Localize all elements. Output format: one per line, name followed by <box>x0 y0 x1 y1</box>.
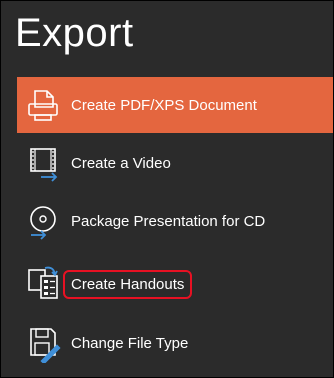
create-pdf-xps-button[interactable]: Create PDF/XPS Document <box>17 77 333 133</box>
create-video-button[interactable]: Create a Video <box>17 135 333 191</box>
change-file-type-button[interactable]: Change File Type <box>17 315 333 371</box>
export-panel: Export Create PDF/XPS Document Create a … <box>0 0 334 378</box>
handouts-icon <box>28 266 58 299</box>
create-video-label: Create a Video <box>71 154 171 172</box>
create-handouts-label: Create Handouts <box>63 269 193 299</box>
video-icon <box>30 148 58 182</box>
package-for-cd-button[interactable]: Package Presentation for CD <box>17 193 333 249</box>
create-pdf-xps-label: Create PDF/XPS Document <box>71 96 257 114</box>
change-file-type-icon <box>30 328 61 363</box>
create-handouts-button[interactable]: Create Handouts <box>17 256 333 312</box>
page-title: Export <box>15 11 134 55</box>
package-for-cd-label: Package Presentation for CD <box>71 212 266 230</box>
change-file-type-label: Change File Type <box>71 334 189 352</box>
pdf-document-icon <box>28 90 58 121</box>
cd-package-icon <box>30 206 56 240</box>
